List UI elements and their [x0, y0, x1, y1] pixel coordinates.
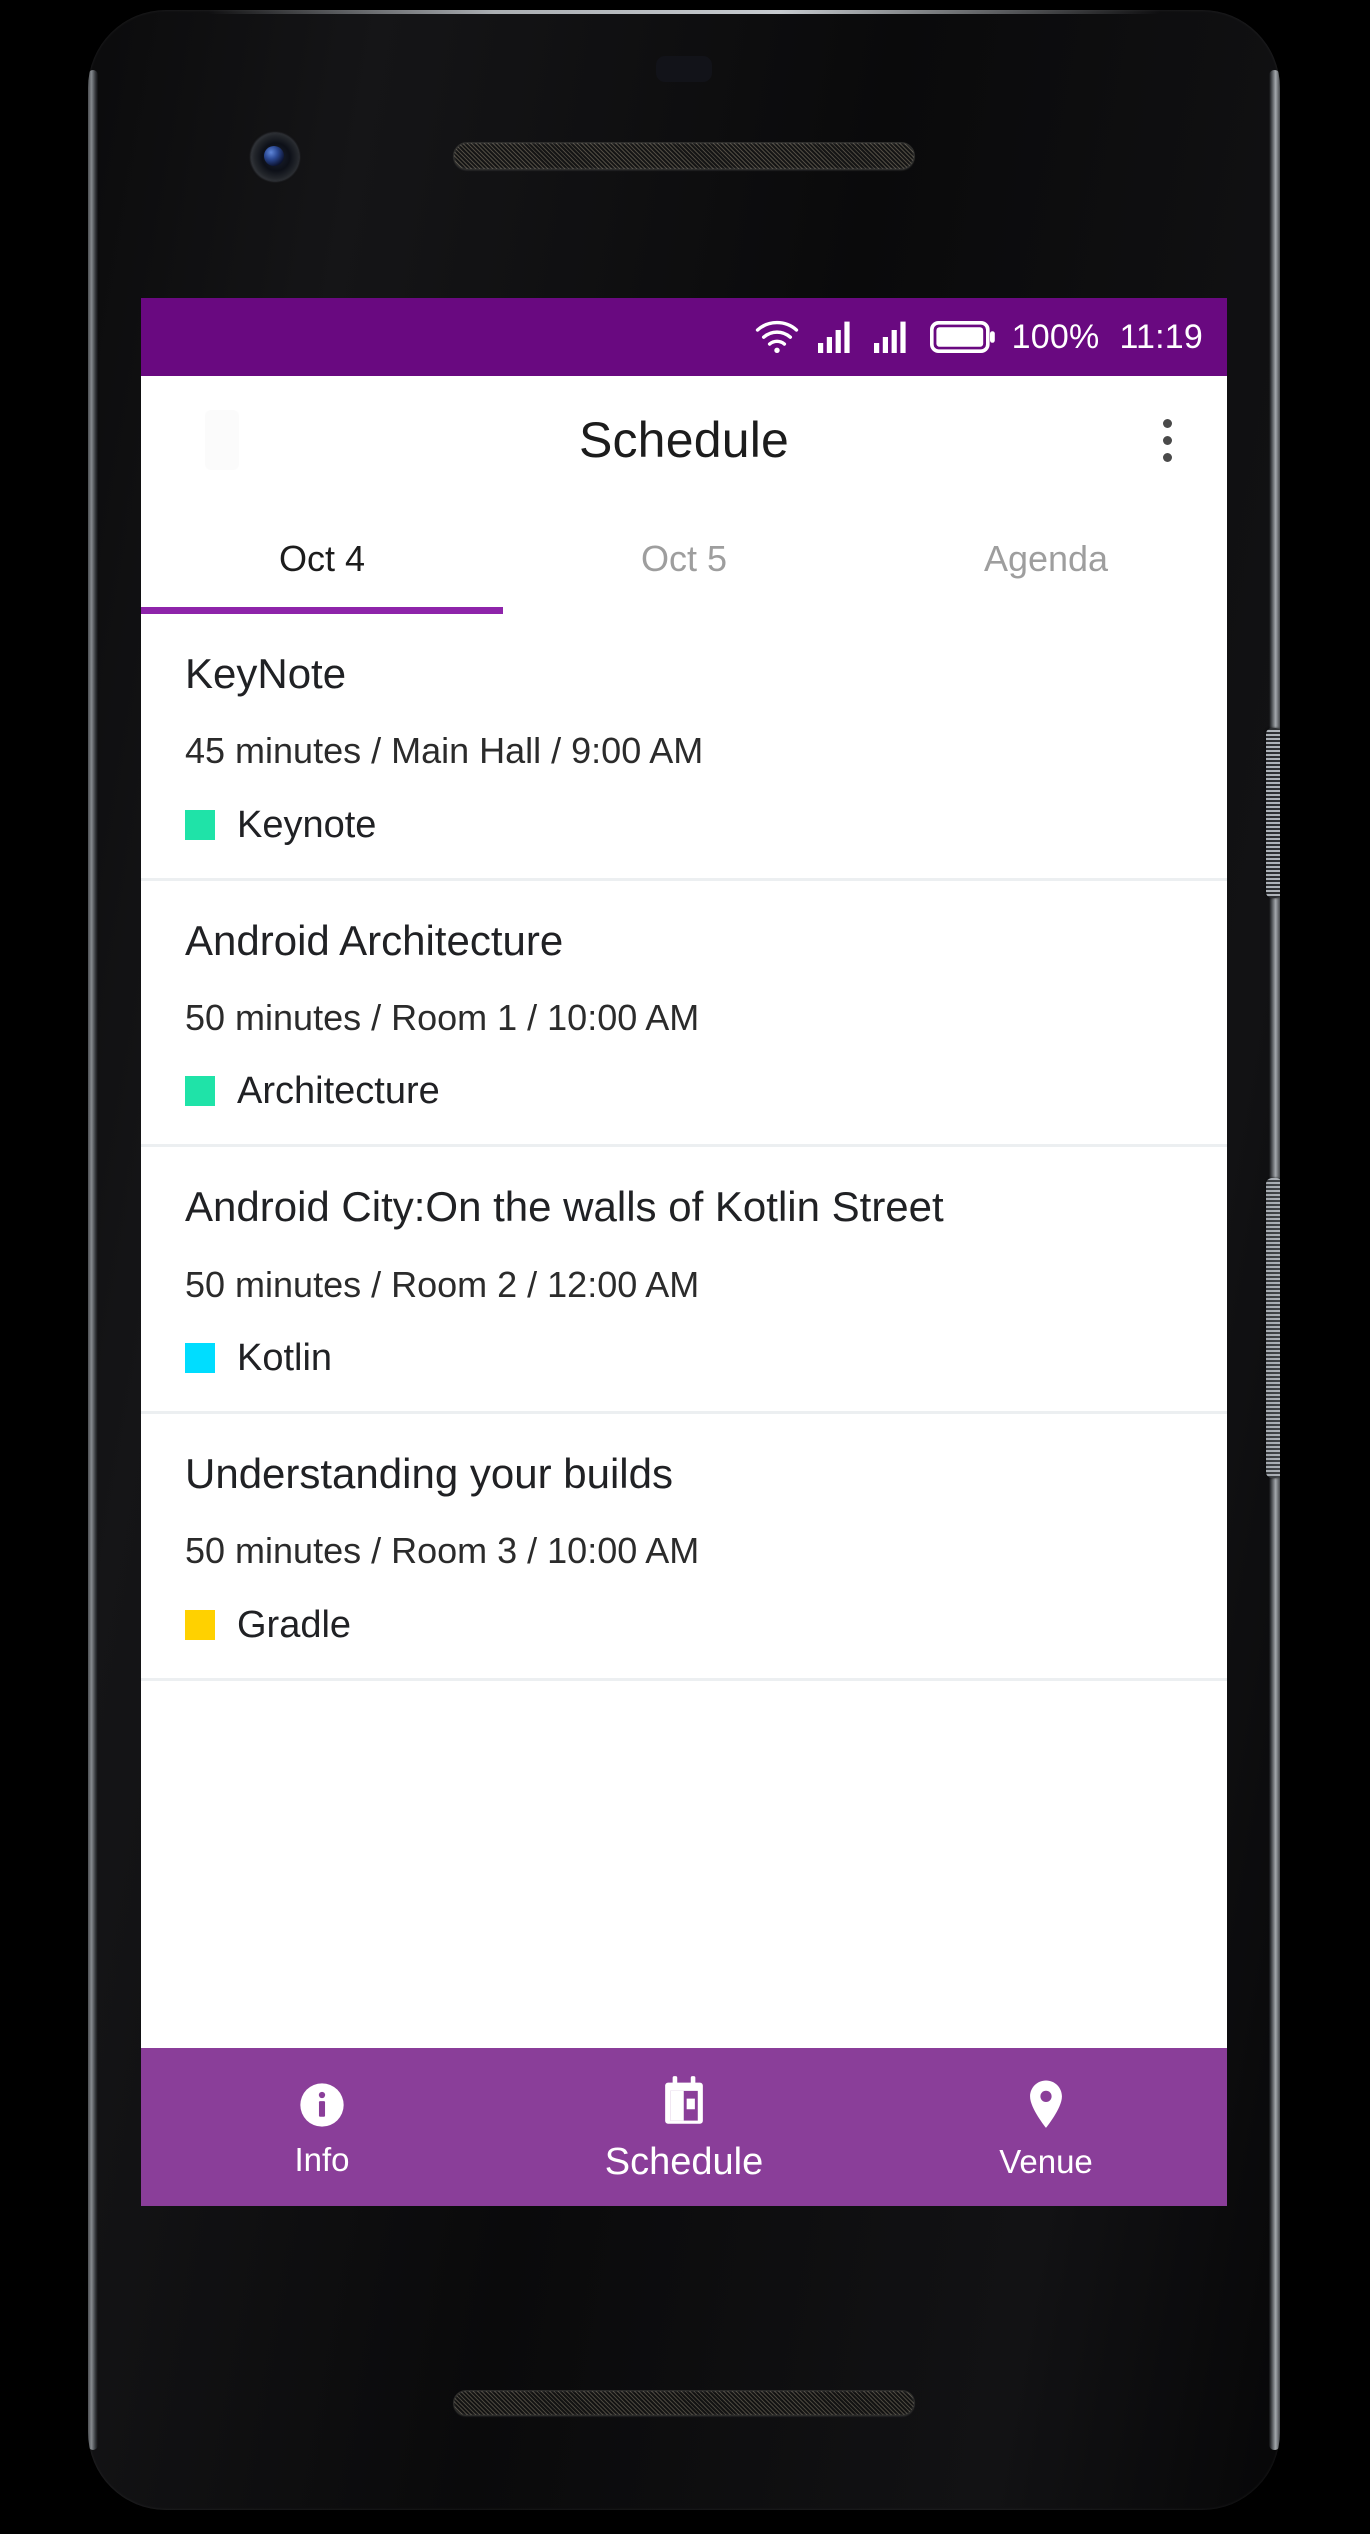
nav-item-info[interactable]: Info [141, 2048, 503, 2206]
list-item[interactable]: Understanding your builds 50 minutes / R… [141, 1414, 1227, 1681]
app-bar: Schedule [141, 376, 1227, 504]
list-item[interactable]: Android Architecture 50 minutes / Room 1… [141, 881, 1227, 1148]
session-meta: 50 minutes / Room 3 / 10:00 AM [185, 1530, 700, 1572]
session-meta: 50 minutes / Room 1 / 10:00 AM [185, 996, 700, 1038]
tab-label: Oct 5 [640, 538, 728, 579]
frame-left-edge [88, 70, 98, 2450]
power-button[interactable] [1266, 728, 1280, 898]
nav-item-schedule[interactable]: Schedule [503, 2048, 865, 2206]
session-title: Android City:On the walls of Kotlin Stre… [185, 1183, 944, 1231]
screenshot-scene: 100% 11:19 Schedule Oct 4 Oct 5 Agenda K… [0, 0, 1370, 2534]
session-tag: Kotlin [185, 1339, 1183, 1377]
tag-label: Keynote [237, 803, 377, 846]
session-title: KeyNote [185, 650, 347, 697]
overflow-menu-icon[interactable] [1143, 410, 1191, 470]
session-meta: 50 minutes / Room 2 / 12:00 AM [185, 1263, 700, 1305]
signal-icon [872, 320, 912, 354]
list-item[interactable]: Android City:On the walls of Kotlin Stre… [141, 1147, 1227, 1415]
tab-label: Oct 4 [278, 538, 366, 579]
phone-screen: 100% 11:19 Schedule Oct 4 Oct 5 Agenda K… [141, 298, 1227, 2206]
bottom-speaker-grille [453, 2390, 915, 2416]
calendar-icon [655, 2073, 713, 2131]
session-tag: Gradle [185, 1606, 1183, 1644]
tag-label: Architecture [237, 1070, 440, 1113]
earpiece-speaker-grille [453, 142, 915, 170]
info-circle-icon [296, 2079, 348, 2131]
session-meta: 45 minutes / Main Hall / 9:00 AM [185, 730, 704, 772]
list-item[interactable]: KeyNote 45 minutes / Main Hall / 9:00 AM… [141, 614, 1227, 881]
page-title: Schedule [578, 412, 790, 468]
app-logo-placeholder [205, 410, 239, 470]
session-list: KeyNote 45 minutes / Main Hall / 9:00 AM… [141, 614, 1227, 1681]
session-title: Understanding your builds [185, 1450, 673, 1498]
proximity-sensor-notch [656, 56, 712, 82]
status-bar-clock: 11:19 [1119, 318, 1203, 356]
tab-agenda[interactable]: Agenda [865, 504, 1227, 614]
tag-label: Gradle [237, 1603, 352, 1646]
frame-top-highlight [208, 10, 1160, 14]
tag-label: Kotlin [237, 1337, 333, 1380]
battery-percent-label: 100% [1011, 318, 1100, 356]
nav-item-label: Schedule [604, 2141, 764, 2183]
tab-bar: Oct 4 Oct 5 Agenda [141, 504, 1227, 614]
nav-item-venue[interactable]: Venue [865, 2048, 1227, 2206]
front-camera-icon [251, 133, 299, 181]
session-tag: Architecture [185, 1072, 1183, 1110]
battery-icon [929, 320, 996, 354]
overflow-dot [1162, 418, 1172, 428]
volume-rocker-button[interactable] [1266, 1178, 1280, 1478]
signal-icon [816, 320, 856, 354]
session-title: Android Architecture [185, 916, 564, 964]
tab-label: Agenda [983, 538, 1109, 579]
nav-item-label: Info [294, 2140, 350, 2178]
nav-item-label: Venue [999, 2142, 1093, 2180]
location-pin-icon [1020, 2077, 1072, 2133]
tag-color-swatch [185, 809, 215, 840]
wifi-icon [754, 319, 800, 355]
bottom-navigation-bar: Info Schedule Venue [141, 2048, 1227, 2206]
session-tag: Keynote [185, 806, 1183, 844]
tag-color-swatch [185, 1076, 215, 1107]
overflow-dot [1162, 435, 1172, 445]
phone-device-frame: 100% 11:19 Schedule Oct 4 Oct 5 Agenda K… [88, 10, 1280, 2510]
tab-oct-5[interactable]: Oct 5 [503, 504, 865, 614]
tab-oct-4[interactable]: Oct 4 [141, 504, 503, 614]
overflow-dot [1162, 452, 1172, 462]
tag-color-swatch [185, 1609, 215, 1640]
status-bar: 100% 11:19 [141, 298, 1227, 376]
tag-color-swatch [185, 1343, 215, 1374]
